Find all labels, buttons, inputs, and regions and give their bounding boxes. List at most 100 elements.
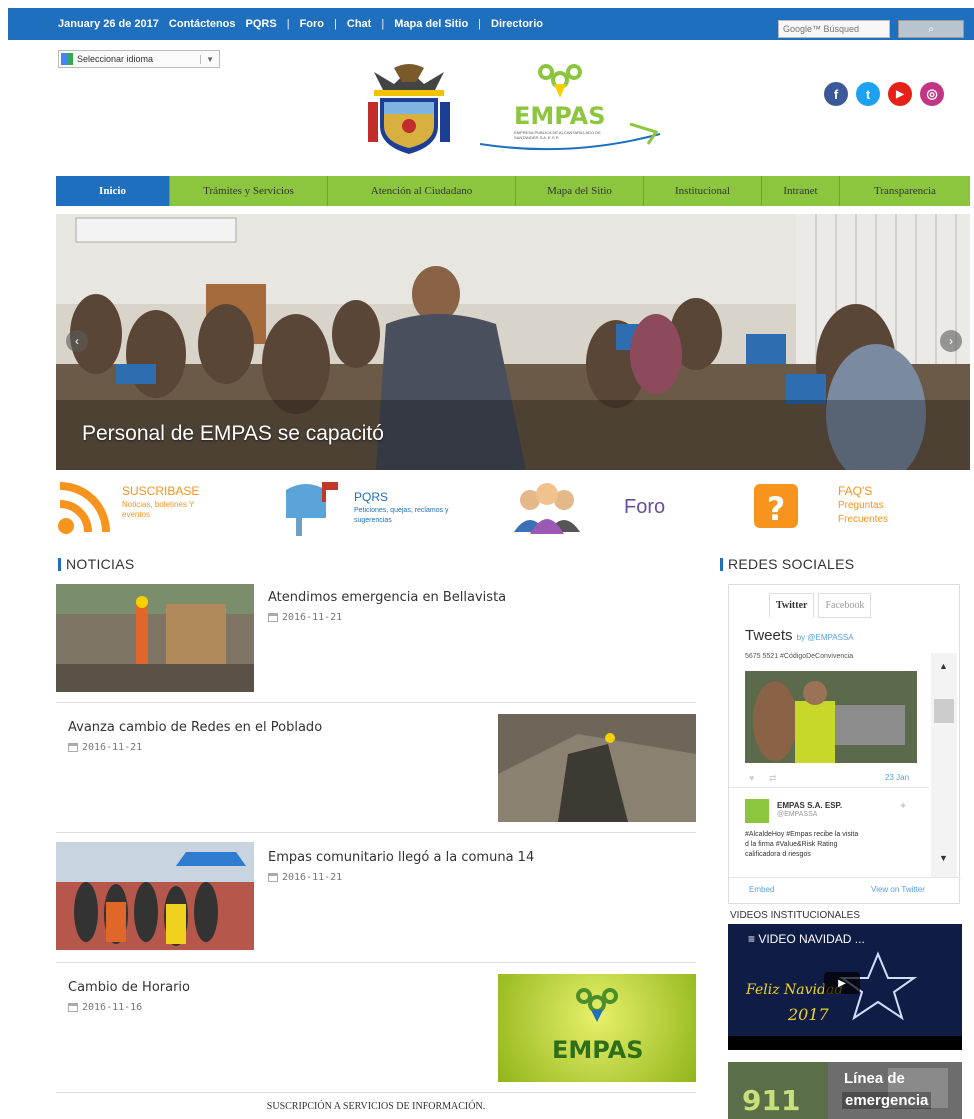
widget-footer-divider <box>729 877 961 878</box>
news-image-4[interactable]: EMPAS <box>498 974 696 1082</box>
news-photo-2 <box>498 714 696 822</box>
google-translate-icon <box>61 53 73 65</box>
mailbox-icon <box>286 482 338 536</box>
language-selector[interactable]: Seleccionar idioma ▼ <box>58 50 220 68</box>
news-title-3[interactable]: Empas comunitario llegó a la comuna 14 <box>268 850 534 865</box>
retweet-icon[interactable]: ⇄ <box>769 773 777 784</box>
search-button[interactable]: ⌕ <box>898 20 964 38</box>
slider-prev-icon[interactable]: ‹ <box>66 330 88 352</box>
link-mapa-sitio[interactable]: Mapa del Sitio <box>394 18 468 30</box>
video-player[interactable]: Feliz Navidad 2017 ≡ VIDEO NAVIDAD ... ▶ <box>728 924 962 1050</box>
calendar-icon <box>68 743 78 752</box>
instagram-icon[interactable]: ◎ <box>920 82 944 106</box>
tweet-image[interactable] <box>745 671 917 763</box>
link-foro[interactable]: Foro <box>300 18 324 30</box>
news-date-text-1: 2016-11-21 <box>282 612 343 623</box>
nav-transparencia[interactable]: Transparencia <box>840 176 970 206</box>
embed-link[interactable]: Embed <box>749 885 774 894</box>
empas-tagline: EMPRESA PUBLICA DE ALCANTARILLADO DE SAN… <box>514 130 601 140</box>
news-date-1: 2016-11-21 <box>268 612 342 623</box>
quicklink-faq[interactable]: ? FAQ'S Preguntas Frecuentes <box>746 476 946 538</box>
news-date-text-3: 2016-11-21 <box>282 872 343 883</box>
news-title-2[interactable]: Avanza cambio de Redes en el Poblado <box>68 720 322 735</box>
users-icon <box>514 483 580 534</box>
twitter-bird-icon: ✦ <box>899 801 908 812</box>
subscription-heading: SUSCRIPCIÓN A SERVICIOS DE INFORMACIÓN. <box>56 1092 696 1112</box>
faq-title: FAQ'S <box>838 484 873 498</box>
news-title-1[interactable]: Atendimos emergencia en Bellavista <box>268 590 506 605</box>
news-date-4: 2016-11-16 <box>68 1002 142 1013</box>
link-chat[interactable]: Chat <box>347 18 371 30</box>
heading-accent <box>58 557 61 571</box>
tab-twitter[interactable]: Twitter <box>769 593 815 618</box>
heading-accent <box>720 557 723 571</box>
link-directorio[interactable]: Directorio <box>491 18 543 30</box>
news-date-2: 2016-11-21 <box>68 742 142 753</box>
nav-mapa-sitio[interactable]: Mapa del Sitio <box>516 176 644 206</box>
news-image-3[interactable] <box>56 842 254 950</box>
nav-tramites[interactable]: Trámites y Servicios <box>170 176 328 206</box>
news-divider <box>56 962 696 963</box>
emergency-line2: emergencia <box>842 1092 932 1109</box>
news-image-2[interactable] <box>498 714 696 822</box>
news-title-4[interactable]: Cambio de Horario <box>68 980 190 995</box>
tweet-divider <box>729 787 929 788</box>
link-contactenos[interactable]: Contáctenos <box>169 18 236 30</box>
play-icon[interactable]: ▶ <box>824 972 860 994</box>
tweet-line: 5675 5521 #CódigoDeConvivencia <box>745 653 854 660</box>
scroll-thumb[interactable] <box>934 699 954 723</box>
view-on-twitter-link[interactable]: View on Twitter <box>871 885 925 894</box>
tweet-scrollbar[interactable]: ▲ ▼ <box>931 653 957 877</box>
tweets-by[interactable]: by @EMPASSA <box>797 633 854 642</box>
tab-facebook[interactable]: Facebook <box>818 593 872 618</box>
nav-intranet[interactable]: Intranet <box>762 176 840 206</box>
tweet-date[interactable]: 23 Jan <box>885 773 909 782</box>
scroll-up-icon[interactable]: ▲ <box>939 661 948 671</box>
quicklink-pqrs[interactable]: PQRS Peticiones, quejas, reclamos y suge… <box>282 476 482 538</box>
suscribase-sub: Noticias, boletines Y eventos <box>122 500 195 519</box>
scroll-down-icon[interactable]: ▼ <box>939 853 948 863</box>
nav-atencion[interactable]: Atención al Ciudadano <box>328 176 516 206</box>
top-bar: January 26 de 2017 Contáctenos PQRS | For… <box>0 0 974 48</box>
tweet-handle[interactable]: @EMPASSA <box>777 811 817 818</box>
news-date-text-4: 2016-11-16 <box>82 1002 143 1013</box>
main-nav: Inicio Trámites y Servicios Atención al … <box>56 176 970 206</box>
chevron-down-icon: ▼ <box>200 54 219 64</box>
youtube-icon[interactable]: ▶ <box>888 82 912 106</box>
colombia-coat-of-arms-icon <box>368 64 450 154</box>
videos-heading: VIDEOS INSTITUCIONALES <box>730 910 861 921</box>
empas-avatar[interactable] <box>745 799 769 823</box>
slider-next-icon[interactable]: › <box>940 330 962 352</box>
empas-logo[interactable]: EMPAS EMPRESA PUBLICA DE ALCANTARILLADO … <box>479 62 670 158</box>
tweet-text-3: calificadora d riesgos <box>745 851 811 858</box>
news-image-1[interactable] <box>56 584 254 692</box>
noticias-heading: NOTICIAS <box>58 556 135 572</box>
quicklink-foro[interactable]: Foro <box>512 476 712 538</box>
emergency-banner[interactable]: 911 Línea de emergencia <box>728 1062 962 1119</box>
top-links-bar: January 26 de 2017 Contáctenos PQRS | For… <box>8 8 760 40</box>
question-icon: ? <box>754 484 798 528</box>
news-photo-1 <box>56 584 254 692</box>
link-pqrs[interactable]: PQRS <box>246 18 277 30</box>
tweet-text-1: #AlcaldeHoy #Empas recibe la visita <box>745 831 859 838</box>
nav-institucional[interactable]: Institucional <box>644 176 762 206</box>
hero-slider[interactable]: Personal de EMPAS se capacitó ‹ › <box>56 214 970 470</box>
empas-brand-text: EMPAS <box>514 102 606 130</box>
facebook-icon[interactable]: f <box>824 82 848 106</box>
nav-inicio[interactable]: Inicio <box>56 176 170 206</box>
social-icons: f t ▶ ◎ <box>824 82 944 106</box>
foro-title: Foro <box>624 496 666 518</box>
news-date-3: 2016-11-21 <box>268 872 342 883</box>
quick-links: SUSCRIBASE Noticias, boletines Y eventos… <box>56 476 970 538</box>
news-divider <box>56 832 696 833</box>
search-input[interactable] <box>778 20 890 38</box>
tweets-heading: Tweets by @EMPASSA <box>745 627 854 644</box>
quicklink-suscribase[interactable]: SUSCRIBASE Noticias, boletines Y eventos <box>56 476 256 538</box>
video-title: VIDEO NAVIDAD ... <box>758 932 865 946</box>
tweet-account[interactable]: EMPAS S.A. ESP. <box>777 801 842 810</box>
faq-sub1: Preguntas <box>838 500 884 511</box>
twitter-icon[interactable]: t <box>856 82 880 106</box>
tweet-text-2: d la firma #Value&Risk Rating <box>745 841 838 848</box>
svg-text:2017: 2017 <box>787 1005 830 1024</box>
like-icon[interactable]: ♥ <box>749 773 754 783</box>
